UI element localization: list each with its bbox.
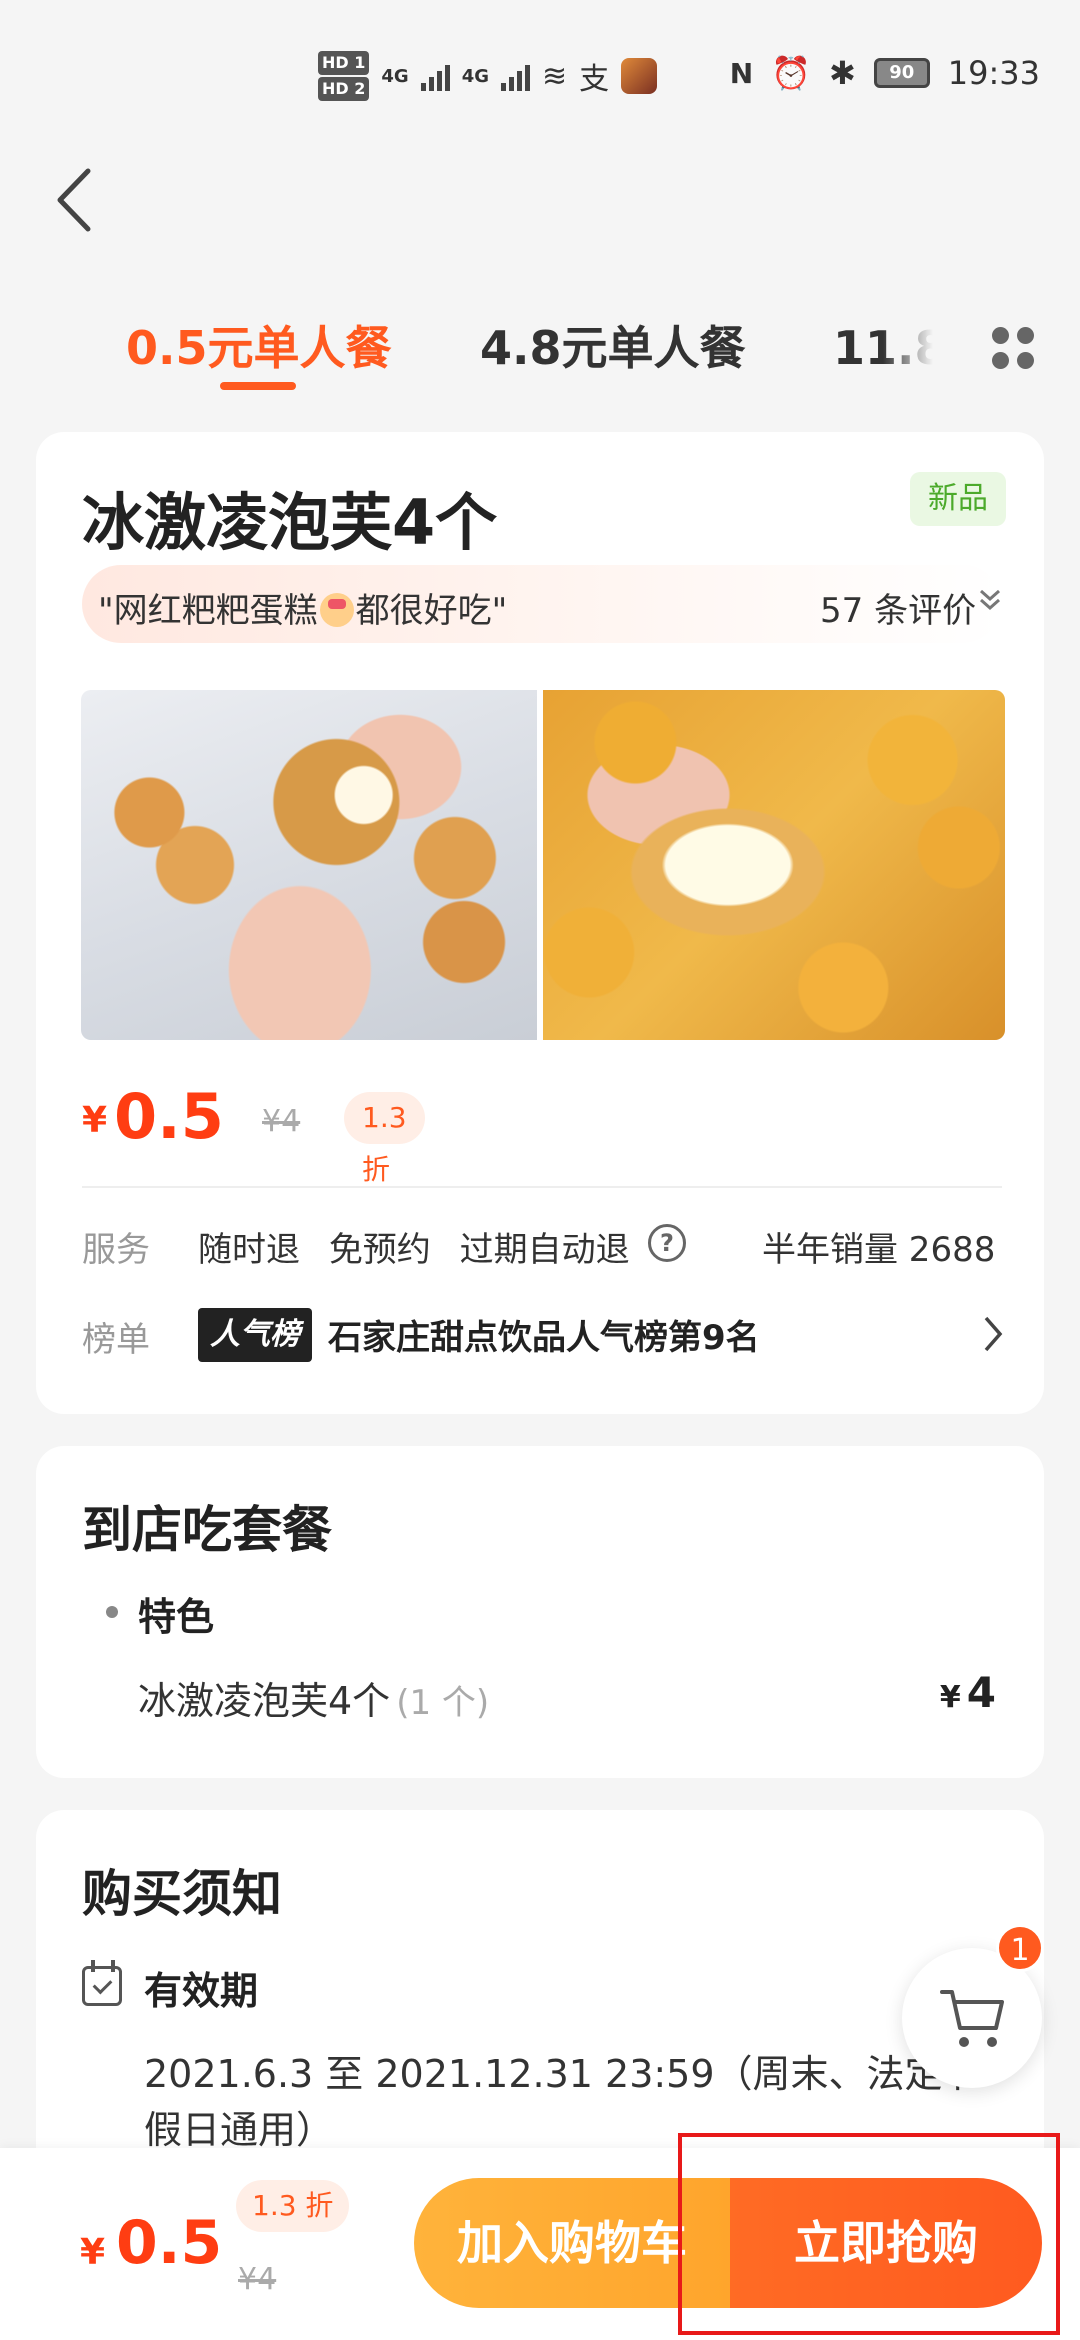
cart-count-badge: 1 xyxy=(996,1924,1044,1972)
review-summary[interactable]: "网红粑粑蛋糕 都很好吃" 57 条评价 xyxy=(82,565,1002,643)
service-list: 随时退 免预约 过期自动退 xyxy=(198,1222,648,1271)
new-badge: 新品 xyxy=(910,472,1006,526)
status-left: HD 1 HD 2 4G 4G ≋ 支 xyxy=(318,50,658,102)
package-item-price-value: 4 xyxy=(966,1668,996,1717)
service-label: 服务 xyxy=(82,1230,150,1270)
hd1-label: HD 1 xyxy=(318,51,370,75)
tab-meal-2[interactable]: 11.8元 xyxy=(833,312,933,378)
current-price: 0.5 xyxy=(114,1080,224,1153)
package-item-price: ¥4 xyxy=(940,1668,996,1717)
review-quote: "网红粑粑蛋糕 都很好吃" xyxy=(98,583,507,632)
game-app-icon xyxy=(621,58,658,94)
status-bar: HD 1 HD 2 4G 4G ≋ 支 N ⏰ ✱ 90 19:33 xyxy=(0,0,1080,150)
chevron-right-icon[interactable] xyxy=(978,1312,1008,1356)
product-photo-1[interactable] xyxy=(81,690,537,1040)
review-count: 57 条评价 xyxy=(820,591,977,631)
bluetooth-icon: ✱ xyxy=(828,54,856,92)
network-2-label: 4G xyxy=(461,65,489,87)
calendar-check-icon xyxy=(82,1960,122,2006)
package-category: 特色 xyxy=(138,1595,215,1639)
bullet-dot xyxy=(106,1606,118,1618)
active-tab-indicator xyxy=(220,382,296,390)
package-item-qty: (1 个) xyxy=(396,1683,490,1723)
shopping-cart-icon xyxy=(940,1990,1004,2047)
meal-tabs: 0.5元单人餐 4.8元单人餐 11.8元 xyxy=(0,300,1080,400)
signal-2-icon xyxy=(501,61,530,91)
price-currency: ¥ xyxy=(82,1100,108,1141)
alarm-icon: ⏰ xyxy=(771,54,811,92)
bottom-original-price: ¥4 xyxy=(238,2262,277,2297)
service-item: 随时退 xyxy=(198,1230,300,1270)
package-item-name: 冰激凌泡芙4个 xyxy=(138,1679,391,1723)
back-button[interactable] xyxy=(50,165,100,235)
package-title: 到店吃套餐 xyxy=(82,1501,332,1559)
original-price: ¥4 xyxy=(262,1104,301,1139)
divider xyxy=(82,1186,1002,1188)
discount-badge: 1.3 折 xyxy=(344,1092,425,1186)
rank-label: 榜单 xyxy=(82,1320,150,1360)
status-right: N ⏰ ✱ 90 19:33 xyxy=(730,54,1040,92)
network-1-label: 4G xyxy=(381,65,409,87)
product-card: 冰激凌泡芙4个 新品 "网红粑粑蛋糕 都很好吃" 57 条评价 ¥ 0.5 ¥4 … xyxy=(36,432,1044,1414)
bottom-price-currency: ¥ xyxy=(80,2232,106,2273)
popularity-rank-badge: 人气榜 xyxy=(198,1308,312,1362)
annotation-highlight-box xyxy=(678,2133,1060,2335)
rank-text[interactable]: 石家庄甜点饮品人气榜第9名 xyxy=(328,1310,760,1359)
chevron-down-icon xyxy=(980,589,1000,611)
review-quote-start: "网红粑粑蛋糕 xyxy=(98,591,318,631)
notice-title: 购买须知 xyxy=(82,1865,282,1923)
package-item-currency: ¥ xyxy=(939,1680,961,1715)
tab-meal-0[interactable]: 0.5元单人餐 xyxy=(126,312,392,378)
alipay-icon: 支 xyxy=(579,62,610,97)
half-year-sales: 半年销量 2688 xyxy=(762,1230,996,1270)
hd2-label: HD 2 xyxy=(318,77,370,101)
tab-meal-1[interactable]: 4.8元单人餐 xyxy=(480,312,746,378)
cake-emoji-icon xyxy=(319,593,354,627)
hd-indicator: HD 1 HD 2 xyxy=(318,50,370,102)
all-tabs-grid-icon[interactable] xyxy=(992,327,1034,369)
battery-icon: 90 xyxy=(873,58,930,88)
clock: 19:33 xyxy=(947,54,1040,92)
signal-1-icon xyxy=(420,61,450,91)
nfc-icon: N xyxy=(729,56,754,90)
service-item: 免预约 xyxy=(328,1230,431,1270)
product-photo-2[interactable] xyxy=(543,690,1005,1040)
chevron-left-icon xyxy=(57,168,91,232)
package-item: 冰激凌泡芙4个 (1 个) xyxy=(138,1670,489,1725)
bottom-price: 0.5 xyxy=(116,2208,223,2278)
service-item: 过期自动退 xyxy=(459,1230,630,1270)
bottom-discount-badge: 1.3 折 xyxy=(236,2180,350,2232)
review-quote-end: 都很好吃" xyxy=(355,591,508,631)
wifi-icon: ≋ xyxy=(542,58,568,94)
package-card: 到店吃套餐 特色 冰激凌泡芙4个 (1 个) ¥4 xyxy=(36,1446,1044,1778)
deal-detail-page: HD 1 HD 2 4G 4G ≋ 支 N ⏰ ✱ 90 19:33 0.5元单… xyxy=(0,0,1080,2340)
question-help-icon[interactable]: ? xyxy=(648,1224,686,1262)
product-title: 冰激凌泡芙4个 xyxy=(82,486,498,559)
validity-label: 有效期 xyxy=(144,1969,259,2013)
